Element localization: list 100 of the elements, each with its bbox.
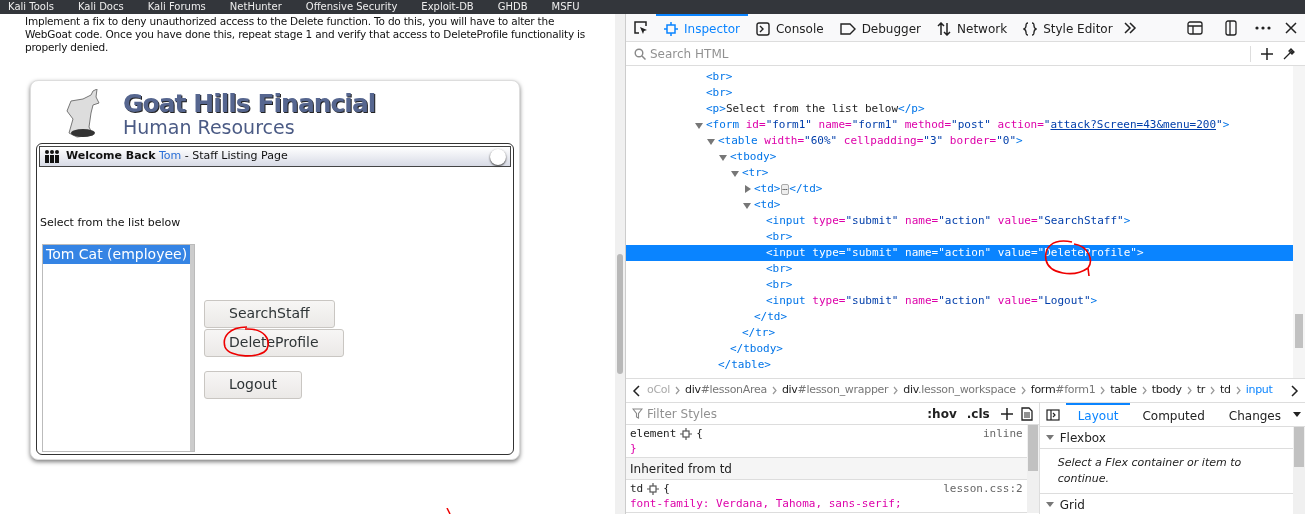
add-icon[interactable] bbox=[1261, 47, 1273, 60]
responsive-icon[interactable] bbox=[1223, 19, 1239, 36]
scrollbar-thumb[interactable] bbox=[617, 254, 623, 374]
twisty-icon[interactable] bbox=[743, 203, 751, 209]
breadcrumb-item[interactable]: tbody bbox=[1150, 382, 1183, 399]
devtools-tab[interactable]: Style Editor bbox=[1015, 13, 1121, 42]
logo-subtitle: Human Resources bbox=[123, 117, 296, 137]
search-html-field[interactable]: Search HTML bbox=[650, 44, 1250, 63]
list-item[interactable]: Tom Cat (employee) bbox=[43, 244, 191, 264]
breadcrumb-item[interactable]: tr bbox=[1195, 382, 1206, 399]
devtools-tab[interactable]: Debugger bbox=[831, 13, 930, 42]
markup-line[interactable]: <input type="submit" name="action" value="SearchStaff"> bbox=[626, 213, 1293, 229]
separator-icon bbox=[1186, 386, 1192, 395]
filter-styles-field[interactable]: Filter Styles bbox=[647, 404, 921, 423]
bookmark-link[interactable]: Kali Tools bbox=[8, 0, 54, 13]
scrollbar-thumb[interactable] bbox=[1294, 427, 1304, 467]
rule-source[interactable]: lesson.css:2 bbox=[943, 481, 1023, 496]
crosshair-icon[interactable] bbox=[680, 427, 693, 440]
rule-selector: td bbox=[630, 481, 644, 496]
markup-text: <br> bbox=[766, 260, 793, 277]
scrollbar-thumb[interactable] bbox=[1027, 425, 1038, 471]
sidebar-tab[interactable]: Computed bbox=[1130, 403, 1217, 427]
dropdown-icon[interactable] bbox=[1293, 411, 1301, 418]
pick-element-icon[interactable] bbox=[634, 20, 648, 35]
markup-line[interactable]: <td> bbox=[626, 197, 1293, 213]
devtools-tab[interactable]: Console bbox=[748, 13, 832, 42]
network-icon bbox=[937, 21, 952, 36]
breadcrumb-item[interactable]: form#form1 bbox=[1029, 382, 1097, 399]
chevron-left-icon[interactable] bbox=[632, 384, 640, 397]
markup-line[interactable]: <tbody> bbox=[626, 149, 1293, 165]
debugger-icon bbox=[839, 21, 856, 36]
markup-line[interactable]: </tr> bbox=[626, 325, 1293, 341]
markup-line[interactable]: </tbody> bbox=[626, 341, 1293, 357]
markup-line[interactable]: <br> bbox=[626, 261, 1293, 277]
twisty-icon[interactable] bbox=[745, 185, 751, 193]
bookmark-link[interactable]: GHDB bbox=[497, 0, 528, 13]
rule-selector: element bbox=[630, 426, 677, 441]
layout-icon[interactable] bbox=[1187, 20, 1203, 35]
markup-line[interactable]: <td> ⋯ </td> bbox=[626, 181, 1293, 197]
crosshair-icon[interactable] bbox=[647, 482, 660, 495]
markup-line[interactable]: <tr> bbox=[626, 165, 1293, 181]
more-tabs-icon[interactable] bbox=[1122, 21, 1137, 34]
chevron-right-icon[interactable] bbox=[1291, 384, 1299, 397]
markup-line[interactable]: <br> bbox=[626, 277, 1293, 293]
breadcrumb-item[interactable]: table bbox=[1109, 382, 1138, 399]
markup-line[interactable]: <input type="submit" name="action" value="Logout"> bbox=[626, 293, 1293, 309]
more-options-icon[interactable] bbox=[1255, 25, 1271, 30]
twisty-icon[interactable] bbox=[1045, 501, 1054, 508]
markup-line[interactable]: <form id="form1" name="form1" method="post" action="attack?Screen=43&menu=200"> bbox=[626, 117, 1293, 133]
toggle-button[interactable]: .cls bbox=[963, 404, 993, 423]
markup-line[interactable]: <table width="60%" cellpadding="3" border="0"> bbox=[626, 133, 1293, 149]
twisty-icon[interactable] bbox=[719, 155, 727, 161]
markup-line[interactable]: </table> bbox=[626, 357, 1293, 373]
sidebar-toggle-icon[interactable] bbox=[1045, 408, 1060, 421]
markup-text: <br> bbox=[706, 84, 733, 101]
devtools-tab[interactable]: Inspector bbox=[656, 13, 748, 42]
eyedropper-icon[interactable] bbox=[1283, 47, 1295, 60]
brace-text: { bbox=[663, 481, 670, 496]
breadcrumb-item[interactable]: div.lesson_workspace bbox=[902, 382, 1017, 399]
scrollbar-thumb[interactable] bbox=[1295, 314, 1303, 348]
bookmark-link[interactable]: Exploit-DB bbox=[421, 0, 474, 13]
markup-line[interactable]: </td> bbox=[626, 309, 1293, 325]
close-icon[interactable] bbox=[1285, 21, 1297, 34]
markup-text: </tbody> bbox=[730, 340, 783, 357]
markup-text: </table> bbox=[718, 356, 771, 373]
rule-source[interactable]: inline bbox=[982, 426, 1023, 441]
breadcrumb-item[interactable]: td bbox=[1219, 382, 1232, 399]
toggle-button[interactable]: :hov bbox=[924, 404, 960, 423]
section-title[interactable]: Grid bbox=[1059, 495, 1085, 514]
section-title[interactable]: Flexbox bbox=[1059, 428, 1106, 447]
staff-listbox[interactable]: Tom Cat (employee) bbox=[42, 243, 195, 452]
bookmark-link[interactable]: Kali Docs bbox=[77, 0, 124, 13]
markup-line[interactable]: <p>Select from the list below</p> bbox=[626, 101, 1293, 117]
sidebar-tab[interactable]: Layout bbox=[1065, 403, 1131, 427]
logout-button[interactable]: Logout bbox=[204, 370, 302, 399]
markup-line[interactable]: <br> bbox=[626, 229, 1293, 245]
markup-line[interactable]: <br> bbox=[626, 69, 1293, 85]
header-text: Welcome Back Tom - Staff Listing Page bbox=[66, 148, 289, 165]
search-staff-button[interactable]: SearchStaff bbox=[204, 299, 335, 328]
bookmark-link[interactable]: Kali Forums bbox=[147, 0, 206, 13]
twisty-icon[interactable] bbox=[707, 139, 715, 145]
twisty-icon[interactable] bbox=[695, 123, 703, 129]
breadcrumb-item[interactable]: div#lessonArea bbox=[684, 382, 768, 399]
devtools-tab[interactable]: Network bbox=[929, 13, 1016, 42]
bookmark-link[interactable]: NetHunter bbox=[229, 0, 282, 13]
bookmark-link[interactable]: Offensive Security bbox=[305, 0, 398, 13]
sidebar-tab[interactable]: Changes bbox=[1216, 403, 1293, 427]
collapsed-content-badge[interactable]: ⋯ bbox=[780, 183, 790, 195]
collapse-button[interactable] bbox=[490, 148, 506, 165]
twisty-icon[interactable] bbox=[731, 171, 739, 177]
twisty-icon[interactable] bbox=[1045, 434, 1054, 441]
markup-line[interactable]: <br> bbox=[626, 85, 1293, 101]
breadcrumb-item[interactable]: div#lesson_wrapper bbox=[780, 382, 890, 399]
breadcrumb-item[interactable]: input bbox=[1244, 382, 1274, 399]
style-editor-icon bbox=[1023, 21, 1038, 36]
document-icon[interactable] bbox=[1020, 406, 1033, 421]
bookmark-link[interactable]: MSFU bbox=[551, 0, 580, 13]
markup-text: <tbody> bbox=[730, 148, 777, 165]
add-icon[interactable] bbox=[1000, 407, 1013, 420]
markup-text: </td> bbox=[754, 308, 788, 325]
